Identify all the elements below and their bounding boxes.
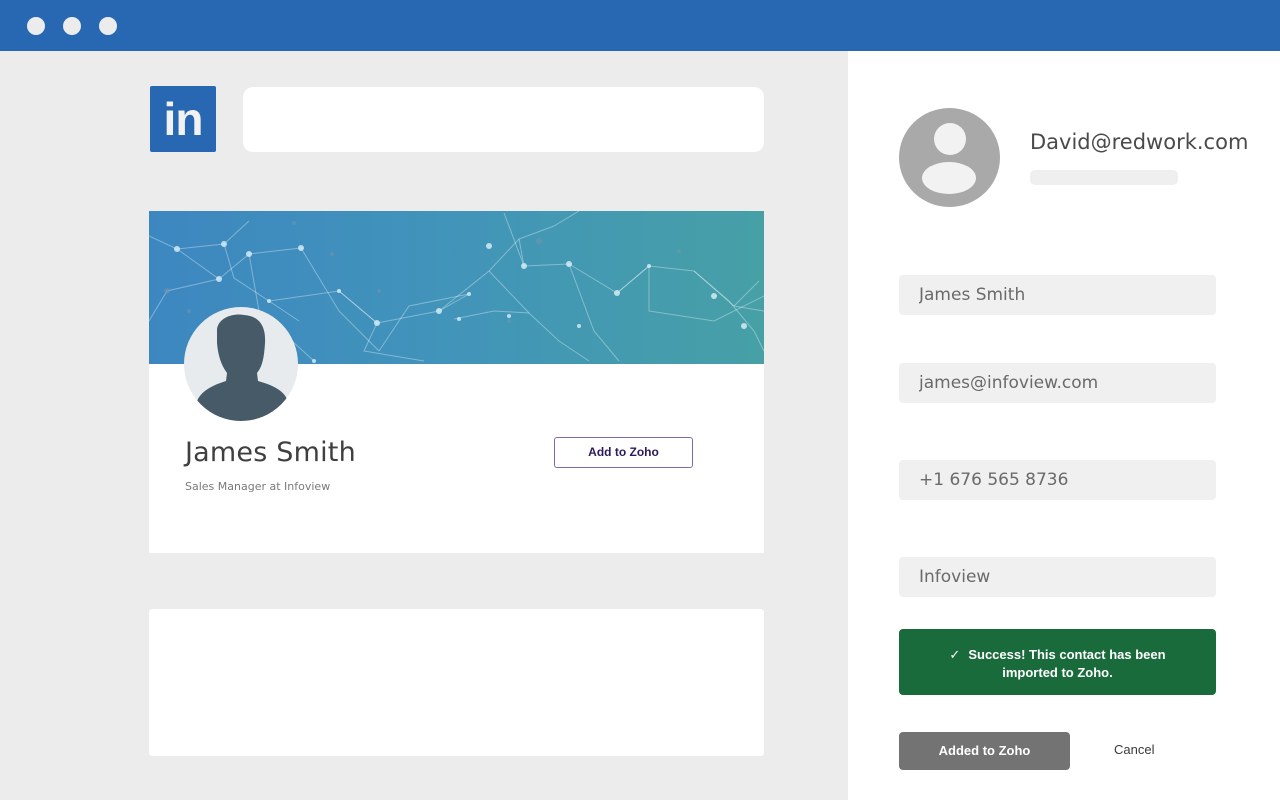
profile-card: James Smith Sales Manager at Infoview Ad… [149, 211, 764, 553]
contact-name-field[interactable] [899, 275, 1216, 315]
linkedin-search-input[interactable] [243, 87, 764, 152]
user-email: David@redwork.com [1030, 130, 1249, 154]
success-message: ✓ Success! This contact has been imported… [899, 629, 1216, 695]
window-maximize-button[interactable] [99, 17, 117, 35]
success-text-line2: imported to Zoho. [1002, 665, 1113, 680]
window-minimize-button[interactable] [63, 17, 81, 35]
linkedin-logo[interactable]: in [150, 86, 216, 152]
profile-avatar[interactable] [184, 307, 298, 421]
contact-company-field[interactable] [899, 557, 1216, 597]
user-icon [922, 123, 976, 194]
contact-email-field[interactable] [899, 363, 1216, 403]
user-subtitle-placeholder [1030, 170, 1178, 185]
cancel-button[interactable]: Cancel [1114, 742, 1154, 757]
add-to-zoho-button[interactable]: Add to Zoho [554, 437, 693, 468]
user-avatar[interactable] [899, 108, 1000, 207]
secondary-card [149, 609, 764, 756]
success-text-line1: Success! This contact has been [968, 647, 1166, 662]
contact-phone-field[interactable] [899, 460, 1216, 500]
profile-name: James Smith [185, 437, 356, 468]
check-icon: ✓ [949, 647, 961, 662]
added-to-zoho-button[interactable]: Added to Zoho [899, 732, 1070, 770]
person-silhouette-icon [196, 314, 288, 421]
window-close-button[interactable] [27, 17, 45, 35]
window-titlebar [0, 0, 1280, 51]
profile-headline: Sales Manager at Infoview [185, 480, 331, 493]
